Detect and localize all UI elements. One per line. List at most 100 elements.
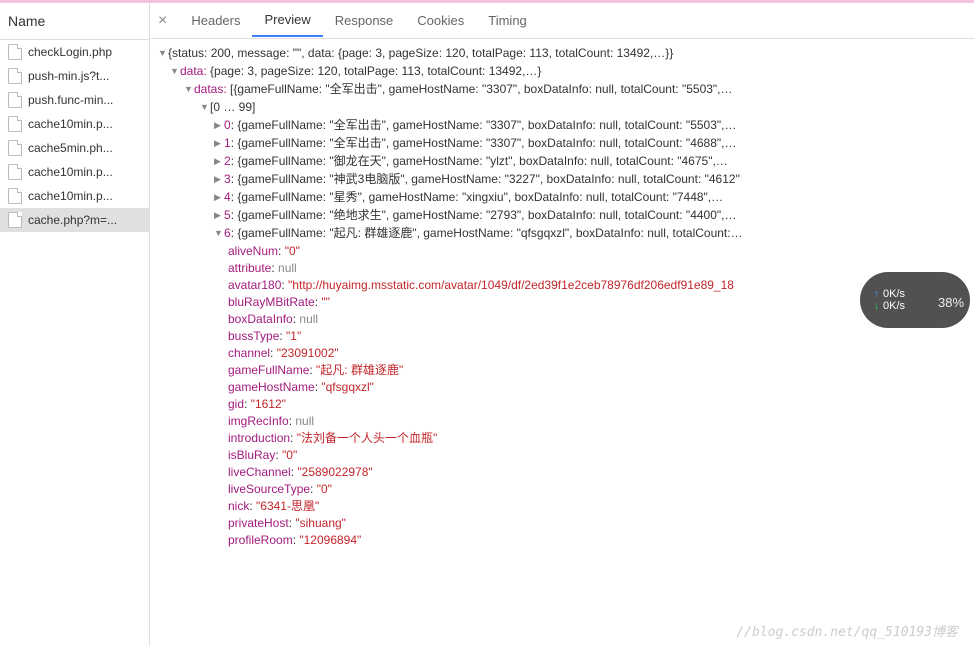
file-icon <box>8 212 22 228</box>
file-icon <box>8 188 22 204</box>
file-list: checkLogin.php push-min.js?t... push.fun… <box>0 40 149 232</box>
download-icon: ↓ <box>874 301 879 312</box>
json-key: datas: <box>194 82 227 96</box>
json-key: isBluRay <box>228 448 275 462</box>
expand-icon[interactable] <box>214 225 224 242</box>
json-value: {gameFullName: "神武3电脑版", gameHostName: "… <box>237 172 739 186</box>
json-root: {status: 200, message: "", data: {page: … <box>168 46 673 60</box>
json-value: "23091002" <box>277 346 339 360</box>
json-value: "起凡: 群雄逐鹿" <box>316 363 403 377</box>
json-key: imgRecInfo <box>228 414 289 428</box>
json-index: 5 <box>224 208 231 222</box>
file-label: cache5min.ph... <box>28 141 113 155</box>
json-key: channel <box>228 346 270 360</box>
file-item[interactable]: push-min.js?t... <box>0 64 149 88</box>
json-key: avatar180 <box>228 278 281 292</box>
json-key: gid <box>228 397 244 411</box>
json-value: {gameFullName: "绝地求生", gameHostName: "27… <box>237 208 736 222</box>
file-item[interactable]: checkLogin.php <box>0 40 149 64</box>
json-value: "" <box>321 295 330 309</box>
json-value: null <box>295 414 314 428</box>
json-index: 2 <box>224 154 231 168</box>
json-value: "sihuang" <box>295 516 346 530</box>
json-key: bussType <box>228 329 279 343</box>
file-icon <box>8 116 22 132</box>
file-item[interactable]: cache.php?m=... <box>0 208 149 232</box>
json-key: introduction <box>228 431 290 445</box>
expand-icon[interactable] <box>214 171 224 188</box>
expand-icon[interactable] <box>214 135 224 152</box>
json-key: aliveNum <box>228 244 278 258</box>
sidebar-header: Name <box>0 3 149 40</box>
json-value: "2589022978" <box>297 465 372 479</box>
json-range: [0 … 99] <box>210 100 255 114</box>
json-value: {gameFullName: "御龙在天", gameHostName: "yl… <box>237 154 727 168</box>
expand-icon[interactable] <box>214 207 224 224</box>
file-label: cache10min.p... <box>28 165 113 179</box>
request-list-sidebar: Name checkLogin.php push-min.js?t... pus… <box>0 3 150 646</box>
json-value: {gameFullName: "全军出击", gameHostName: "33… <box>237 136 736 150</box>
json-index: 6 <box>224 226 231 240</box>
json-key: liveChannel <box>228 465 291 479</box>
json-index: 3 <box>224 172 231 186</box>
file-label: cache10min.p... <box>28 117 113 131</box>
file-label: cache10min.p... <box>28 189 113 203</box>
main-panel: × Headers Preview Response Cookies Timin… <box>150 3 974 646</box>
json-key: boxDataInfo <box>228 312 293 326</box>
json-key: nick <box>228 499 249 513</box>
tab-cookies[interactable]: Cookies <box>405 5 476 36</box>
json-value: "1612" <box>251 397 286 411</box>
percentage-value: 38% <box>938 287 970 313</box>
json-preview[interactable]: {status: 200, message: "", data: {page: … <box>150 39 974 646</box>
json-value: "1" <box>286 329 301 343</box>
file-item[interactable]: cache10min.p... <box>0 112 149 136</box>
expand-icon[interactable] <box>158 45 168 62</box>
file-item[interactable]: cache10min.p... <box>0 184 149 208</box>
json-index: 4 <box>224 190 231 204</box>
json-value: "qfsgqxzl" <box>321 380 374 394</box>
json-value: {page: 3, pageSize: 120, totalPage: 113,… <box>210 64 541 78</box>
close-icon[interactable]: × <box>158 12 167 30</box>
file-icon <box>8 92 22 108</box>
file-icon <box>8 68 22 84</box>
watermark: //blog.csdn.net/qq_510193博客 <box>736 621 958 640</box>
json-value: "法刘备一个人头一个血瓶" <box>297 431 438 445</box>
file-icon <box>8 140 22 156</box>
file-icon <box>8 164 22 180</box>
tab-response[interactable]: Response <box>323 5 406 36</box>
json-value: "http://huyaimg.msstatic.com/avatar/1049… <box>288 278 734 292</box>
json-key: gameFullName <box>228 363 309 377</box>
file-item[interactable]: push.func-min... <box>0 88 149 112</box>
json-key: attribute <box>228 261 271 275</box>
json-key: liveSourceType <box>228 482 310 496</box>
json-value: [{gameFullName: "全军出击", gameHostName: "3… <box>230 82 732 96</box>
json-value: "0" <box>282 448 297 462</box>
file-item[interactable]: cache5min.ph... <box>0 136 149 160</box>
file-label: push-min.js?t... <box>28 69 109 83</box>
expand-icon[interactable] <box>170 63 180 80</box>
tab-headers[interactable]: Headers <box>179 5 252 36</box>
json-key: profileRoom <box>228 533 293 547</box>
file-label: checkLogin.php <box>28 45 112 59</box>
upload-speed: 0K/s <box>883 288 905 300</box>
json-key: privateHost <box>228 516 289 530</box>
expand-icon[interactable] <box>200 99 210 116</box>
json-value: {gameFullName: "起凡: 群雄逐鹿", gameHostName:… <box>237 226 742 240</box>
network-speed-badge: ↑ 0K/s ↓ 0K/s 38% <box>860 272 970 328</box>
download-speed: 0K/s <box>883 300 905 312</box>
expand-icon[interactable] <box>214 189 224 206</box>
file-item[interactable]: cache10min.p... <box>0 160 149 184</box>
expand-icon[interactable] <box>184 81 194 98</box>
tab-preview[interactable]: Preview <box>252 4 322 37</box>
file-icon <box>8 44 22 60</box>
expand-icon[interactable] <box>214 153 224 170</box>
file-label: push.func-min... <box>28 93 113 107</box>
json-value: {gameFullName: "全军出击", gameHostName: "33… <box>237 118 736 132</box>
expand-icon[interactable] <box>214 117 224 134</box>
tab-timing[interactable]: Timing <box>476 5 539 36</box>
upload-icon: ↑ <box>874 289 879 300</box>
json-value: "6341-思凰" <box>256 499 319 513</box>
response-tabs: × Headers Preview Response Cookies Timin… <box>150 3 974 39</box>
json-value: {gameFullName: "星秀", gameHostName: "xing… <box>237 190 723 204</box>
json-value: "0" <box>317 482 332 496</box>
